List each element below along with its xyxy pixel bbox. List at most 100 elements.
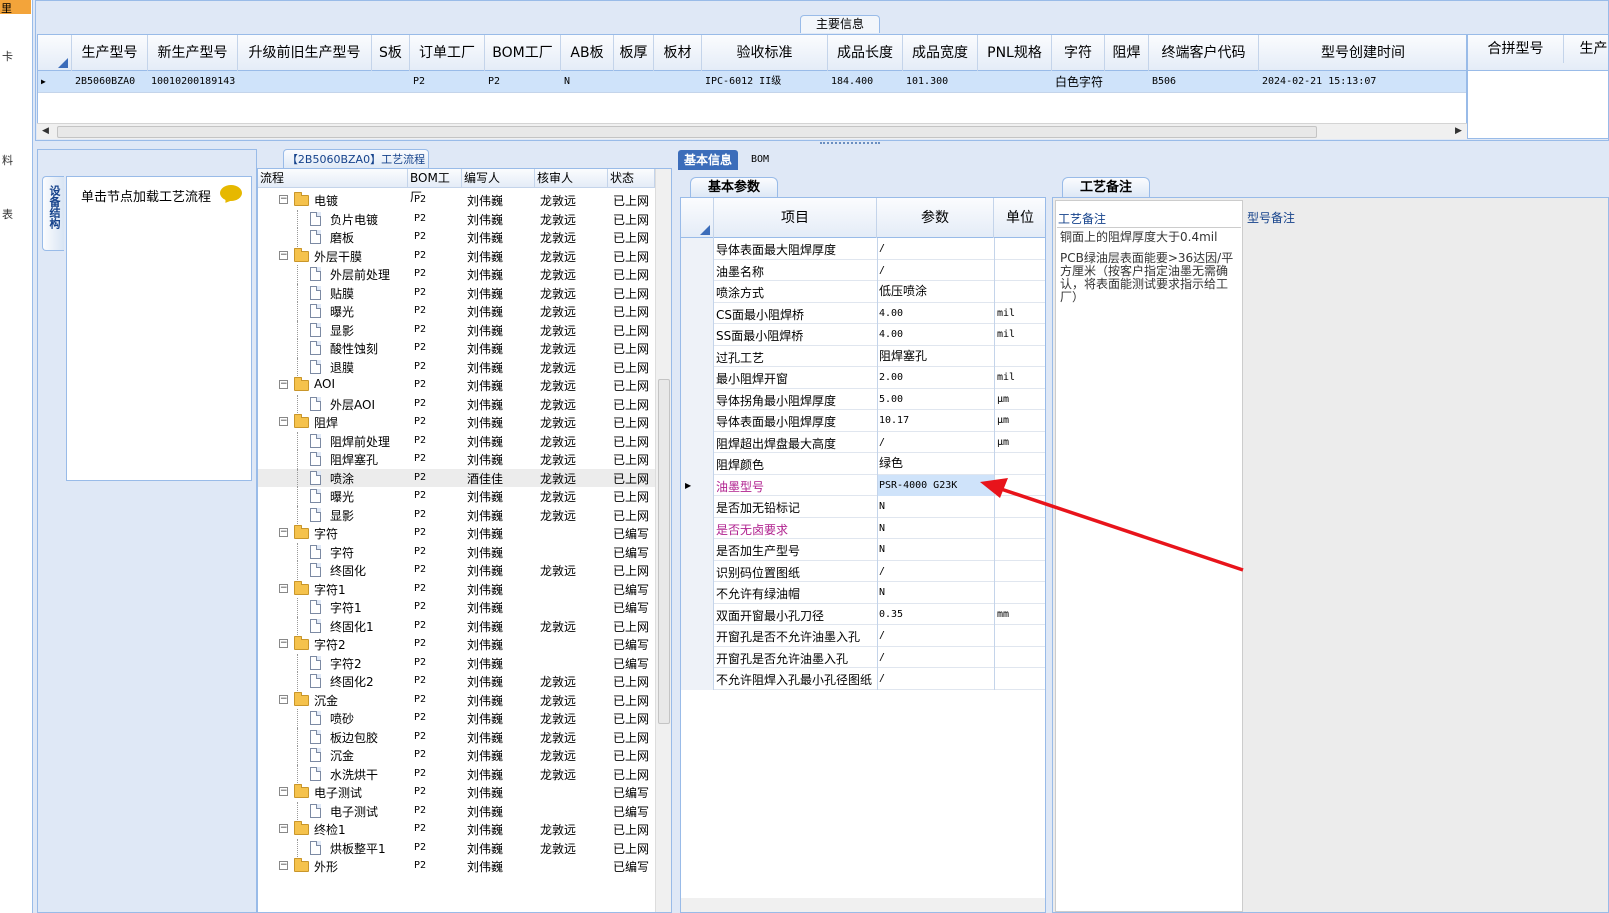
cell-ab-board[interactable]: N [561, 71, 614, 93]
col-header[interactable]: 项目 [714, 198, 877, 238]
param-row[interactable]: 过孔工艺 阻焊塞孔 [681, 345, 1045, 367]
col-header[interactable]: 核审人 [535, 169, 608, 188]
col-header[interactable]: 板厚 [614, 35, 654, 71]
param-row[interactable]: 阻焊超出焊盘最大高度 / μm [681, 431, 1045, 453]
param-value[interactable]: / [877, 625, 994, 647]
col-header[interactable]: 订单工厂 [410, 35, 485, 71]
tree-node[interactable]: 电子测试 P2 刘伟巍 已编写 [258, 801, 655, 820]
nav-active-item[interactable]: 里 [0, 0, 31, 14]
nav-item-2[interactable]: 料 [2, 152, 13, 168]
param-row[interactable]: 油墨名称 / [681, 259, 1045, 281]
collapse-icon[interactable]: − [279, 639, 288, 648]
cell-prod-model[interactable]: 2B5060BZA0 [72, 71, 148, 93]
col-header[interactable]: 型号创建时间 [1259, 35, 1466, 71]
tree-vertical-scrollbar[interactable] [655, 169, 671, 912]
param-value[interactable]: 阻焊塞孔 [877, 345, 994, 367]
param-row[interactable]: 不允许有绿油帽 N [681, 582, 1045, 604]
cell-created[interactable]: 2024-02-21 15:13:07 [1259, 71, 1466, 93]
cell-pnl[interactable] [978, 71, 1052, 93]
cell-bom-factory[interactable]: P2 [485, 71, 561, 93]
cell-new-model[interactable]: 10010200189143 [148, 71, 238, 93]
param-row[interactable]: 开窗孔是否不允许油墨入孔 / [681, 625, 1045, 647]
tree-node[interactable]: − 电子测试 P2 刘伟巍 已编写 [258, 783, 655, 802]
col-header[interactable]: 流程 [258, 169, 408, 188]
tab-process-flow[interactable]: 【2B5060BZA0】工艺流程 [283, 149, 429, 169]
param-row[interactable]: CS面最小阻焊桥 4.00 mil [681, 302, 1045, 324]
tree-node[interactable]: 喷涂 P2 酒佳佳 龙敦远 已上网 [258, 468, 655, 487]
col-header[interactable]: 成品长度 [828, 35, 903, 71]
col-header[interactable]: 生产型号 [72, 35, 148, 71]
tree-node[interactable]: 阻焊前处理 P2 刘伟巍 龙敦远 已上网 [258, 431, 655, 450]
param-row[interactable]: 最小阻焊开窗 2.00 mil [681, 367, 1045, 389]
param-row[interactable]: 导体表面最大阻焊厚度 / [681, 238, 1045, 260]
tree-node[interactable]: 终固化1 P2 刘伟巍 龙敦远 已上网 [258, 616, 655, 635]
tree-node[interactable]: 阻焊塞孔 P2 刘伟巍 龙敦远 已上网 [258, 450, 655, 469]
param-value[interactable]: / [877, 646, 994, 668]
cell-s-board[interactable] [372, 71, 410, 93]
tree-node[interactable]: 字符2 P2 刘伟巍 已编写 [258, 653, 655, 672]
tree-node[interactable]: − 阻焊 P2 刘伟巍 龙敦远 已上网 [258, 413, 655, 432]
col-header[interactable]: 合拼型号 [1468, 35, 1564, 63]
col-header[interactable]: 生产 [1564, 35, 1608, 63]
tree-node[interactable]: 外层AOI P2 刘伟巍 龙敦远 已上网 [258, 394, 655, 413]
col-header[interactable]: 板材 [654, 35, 702, 71]
scroll-left-icon[interactable]: ◀ [42, 126, 49, 136]
col-header[interactable]: 字符 [1052, 35, 1105, 71]
col-header[interactable]: 编写人 [462, 169, 535, 188]
param-value[interactable]: / [877, 668, 994, 690]
tree-node[interactable]: 水洗烘干 P2 刘伟巍 龙敦远 已上网 [258, 764, 655, 783]
param-row[interactable]: SS面最小阻焊桥 4.00 mil [681, 324, 1045, 346]
col-header[interactable]: 终端客户代码 [1149, 35, 1259, 71]
cell-order-factory[interactable]: P2 [410, 71, 485, 93]
tree-node[interactable]: − 外形 P2 刘伟巍 已编写 [258, 857, 655, 876]
table-row[interactable]: ▶ 2B5060BZA0 10010200189143 P2 P2 N IPC-… [38, 71, 1466, 93]
tree-node[interactable]: 曝光 P2 刘伟巍 龙敦远 已上网 [258, 302, 655, 321]
top-horizontal-scrollbar[interactable]: ◀ ▶ [37, 123, 1467, 139]
scroll-thumb[interactable] [57, 126, 1317, 138]
tab-main-info[interactable]: 主要信息 [800, 15, 880, 33]
tree-node[interactable]: 喷砂 P2 刘伟巍 龙敦远 已上网 [258, 709, 655, 728]
col-header[interactable]: 成品宽度 [903, 35, 978, 71]
tree-node[interactable]: 终固化 P2 刘伟巍 龙敦远 已上网 [258, 561, 655, 580]
collapse-icon[interactable]: − [279, 195, 288, 204]
tree-node[interactable]: 负片电镀 P2 刘伟巍 龙敦远 已上网 [258, 209, 655, 228]
nav-item-1[interactable]: 卡 [2, 48, 13, 64]
param-row[interactable]: 导体表面最小阻焊厚度 10.17 μm [681, 410, 1045, 432]
param-value[interactable]: 低压喷涂 [877, 281, 994, 303]
cell-mask[interactable] [1105, 71, 1149, 93]
param-value[interactable]: / [877, 431, 994, 453]
tree-node[interactable]: 显影 P2 刘伟巍 龙敦远 已上网 [258, 505, 655, 524]
param-value[interactable]: / [877, 259, 994, 281]
col-header[interactable]: 状态 [608, 169, 655, 188]
param-row[interactable]: 不允许阻焊入孔最小孔径图纸 / [681, 668, 1045, 690]
tree-node[interactable]: 字符1 P2 刘伟巍 已编写 [258, 598, 655, 617]
tree-node[interactable]: 贴膜 P2 刘伟巍 龙敦远 已上网 [258, 283, 655, 302]
scroll-thumb[interactable] [658, 379, 670, 724]
tree-node[interactable]: 终固化2 P2 刘伟巍 龙敦远 已上网 [258, 672, 655, 691]
cell-width[interactable]: 101.300 [903, 71, 978, 93]
tree-node[interactable]: − 字符 P2 刘伟巍 已编写 [258, 524, 655, 543]
cell-length[interactable]: 184.400 [828, 71, 903, 93]
col-header[interactable]: 参数 [877, 198, 994, 238]
collapse-icon[interactable]: − [279, 694, 288, 704]
cell-char[interactable]: 白色字符 [1052, 71, 1105, 93]
tree-node[interactable]: − 终检1 P2 刘伟巍 龙敦远 已上网 [258, 820, 655, 839]
tab-basic-params[interactable]: 基本参数 [690, 177, 778, 197]
param-value[interactable]: 2.00 [877, 367, 994, 389]
param-value[interactable]: 10.17 [877, 410, 994, 432]
col-header[interactable]: BOM工厂 [485, 35, 561, 71]
collapse-icon[interactable]: − [279, 787, 288, 796]
collapse-icon[interactable]: − [279, 824, 288, 833]
col-header[interactable]: 升级前旧生产型号 [238, 35, 372, 71]
col-header[interactable]: 阻焊 [1105, 35, 1149, 71]
param-value[interactable]: N [877, 582, 994, 604]
tree-node[interactable]: 曝光 P2 刘伟巍 龙敦远 已上网 [258, 487, 655, 506]
collapse-icon[interactable]: − [279, 417, 288, 426]
nav-item-3[interactable]: 表 [2, 206, 13, 222]
cell-thickness[interactable] [614, 71, 654, 93]
tree-node[interactable]: 外层前处理 P2 刘伟巍 龙敦远 已上网 [258, 265, 655, 284]
col-header[interactable]: S板 [372, 35, 410, 71]
tree-node[interactable]: 磨板 P2 刘伟巍 龙敦远 已上网 [258, 228, 655, 247]
tree-node[interactable]: − 外层干膜 P2 刘伟巍 龙敦远 已上网 [258, 247, 655, 266]
tab-bom[interactable]: BOM [745, 150, 775, 170]
